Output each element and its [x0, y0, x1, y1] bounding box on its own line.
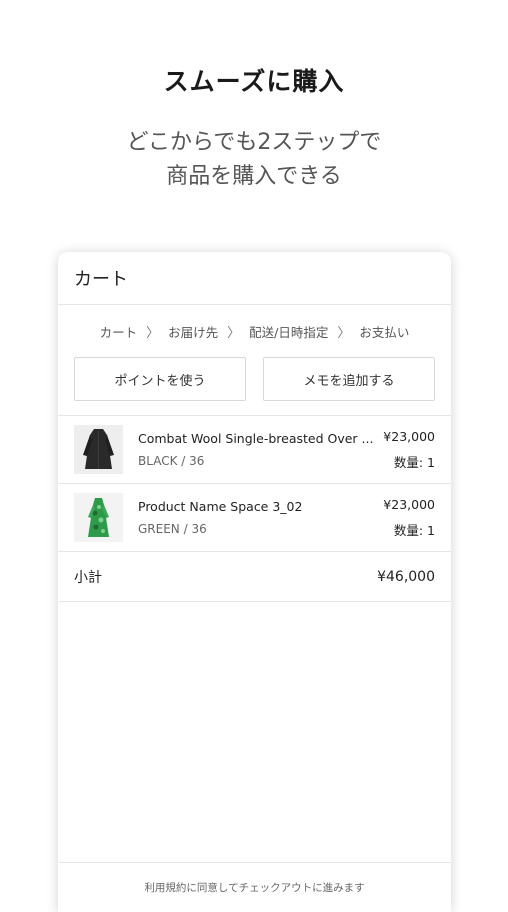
promo-subtitle-line2: 商品を購入できる [166, 164, 342, 189]
green-dress-thumbnail-icon [74, 493, 123, 542]
subtotal-value: ¥46,000 [377, 568, 435, 585]
step-cart: カート [99, 324, 138, 340]
terms-note: 利用規約に同意してチェックアウトに進みます [58, 862, 451, 895]
step-delivery-time: 配送/日時指定 [249, 324, 329, 340]
cart-screen: カート カート 〉 お届け先 〉 配送/日時指定 〉 お支払い ポイントを使う … [58, 252, 451, 912]
add-memo-label: メモを追加する [303, 373, 395, 389]
cart-item[interactable]: Product Name Space 3_02 GREEN / 36 ¥23,0… [58, 484, 451, 552]
step-chevron-icon: 〉 [337, 325, 351, 341]
item-price: ¥23,000 [383, 496, 435, 512]
item-price: ¥23,000 [383, 428, 435, 444]
black-coat-thumbnail-icon [74, 425, 123, 474]
use-points-label: ポイントを使う [114, 373, 206, 389]
step-payment: お支払い [359, 324, 410, 340]
item-variant: GREEN / 36 [138, 522, 207, 536]
step-chevron-icon: 〉 [146, 325, 160, 341]
use-points-button[interactable]: ポイントを使う [74, 357, 246, 401]
item-quantity: 数量: 1 [393, 522, 435, 538]
subtotal-row: 小計 ¥46,000 [58, 552, 451, 602]
terms-note-text: 利用規約に同意してチェックアウトに進みます [144, 882, 365, 894]
cart-actions: ポイントを使う メモを追加する [58, 357, 451, 401]
cart-item-list: Combat Wool Single-breasted Over ... BLA… [58, 415, 451, 552]
cart-header: カート [58, 252, 451, 305]
cart-item[interactable]: Combat Wool Single-breasted Over ... BLA… [58, 416, 451, 484]
item-quantity: 数量: 1 [393, 454, 435, 470]
checkout-steps: カート 〉 お届け先 〉 配送/日時指定 〉 お支払い [58, 305, 451, 357]
subtotal-label: 小計 [74, 569, 102, 586]
step-chevron-icon: 〉 [227, 325, 241, 341]
promo-subtitle: どこからでも2ステップで 商品を購入できる [0, 126, 508, 194]
cart-title: カート [74, 269, 128, 290]
item-name: Product Name Space 3_02 [138, 499, 303, 514]
item-variant: BLACK / 36 [138, 454, 205, 468]
promo-subtitle-line1: どこからでも2ステップで [126, 130, 382, 155]
step-shipping-address: お届け先 [168, 324, 219, 340]
promo-title: スムーズに購入 [163, 67, 345, 96]
item-name: Combat Wool Single-breasted Over ... [138, 431, 374, 446]
add-memo-button[interactable]: メモを追加する [263, 357, 435, 401]
